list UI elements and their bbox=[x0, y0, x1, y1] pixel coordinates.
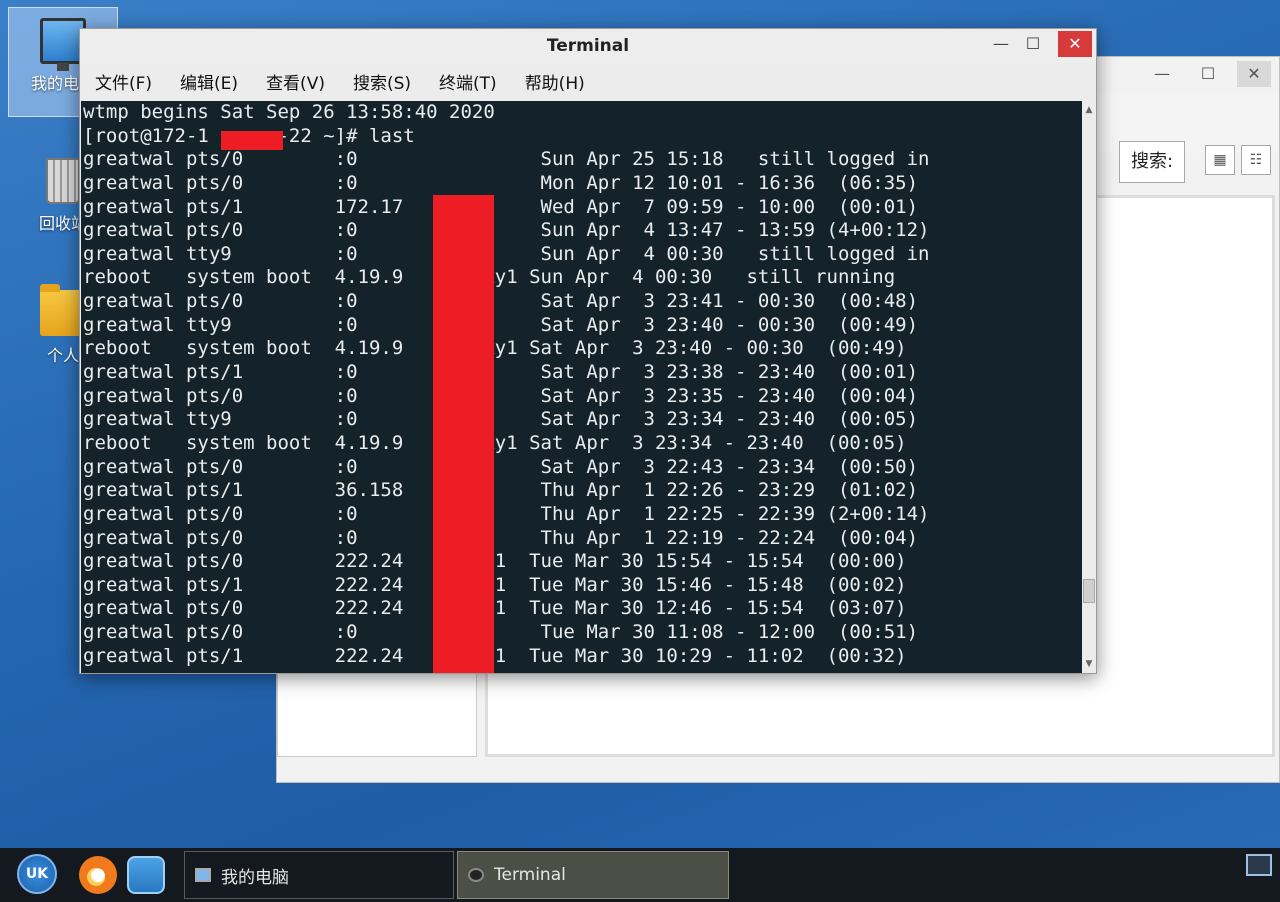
scroll-up-icon[interactable]: ▲ bbox=[1082, 103, 1096, 117]
terminal-title: Terminal bbox=[546, 36, 630, 56]
terminal-menubar: 文件(F) 编辑(E) 查看(V) 搜索(S) 终端(T) 帮助(H) bbox=[80, 69, 598, 99]
terminal-line: greatwal pts/0 :0 Mon Apr 12 10:01 - 16:… bbox=[83, 171, 919, 194]
menu-help[interactable]: 帮助(H) bbox=[510, 69, 598, 99]
fm-close-button[interactable]: ✕ bbox=[1237, 61, 1271, 87]
terminal-line: greatwal pts/0 :0 Sun Apr 25 15:18 still… bbox=[83, 148, 930, 171]
menu-view[interactable]: 查看(V) bbox=[251, 69, 338, 99]
trash-icon bbox=[46, 158, 80, 204]
terminal-screen[interactable]: wtmp begins Sat Sep 26 13:58:40 2020 [ro… bbox=[81, 101, 1084, 673]
terminal-line: greatwal pts/0 :0 Thu Apr 1 22:25 - 22:3… bbox=[83, 502, 930, 525]
list-view-button[interactable]: ☷ bbox=[1241, 145, 1271, 175]
terminal-titlebar[interactable]: Terminal — ☐ ✕ bbox=[80, 29, 1096, 63]
search-label[interactable]: 搜索: bbox=[1119, 141, 1185, 183]
terminal-line: greatwal pts/1 :0 Sat Apr 3 23:38 - 23:4… bbox=[83, 361, 919, 384]
terminal-line: greatwal pts/0 :0 Sat Apr 3 23:35 - 23:4… bbox=[83, 384, 919, 407]
terminal-line: reboot system boot 4.19.9 5.ky1 Sun Apr … bbox=[83, 266, 896, 289]
terminal-line: greatwal pts/1 36.158 2 Thu Apr 1 22:26 … bbox=[83, 479, 919, 502]
maximize-button[interactable]: ☐ bbox=[1016, 31, 1050, 57]
terminal-scrollbar[interactable]: ▲ ▼ bbox=[1082, 101, 1096, 673]
terminal-line: greatwal pts/1 222.24 .241 Tue Mar 30 10… bbox=[83, 644, 907, 667]
taskbar-item-label: 我的电脑 bbox=[221, 867, 289, 888]
menu-terminal[interactable]: 终端(T) bbox=[424, 69, 510, 99]
terminal-line: greatwal pts/0 :0 Sun Apr 4 13:47 - 13:5… bbox=[83, 219, 930, 242]
fm-minimize-button[interactable]: — bbox=[1145, 61, 1179, 87]
terminal-line: reboot system boot 4.19.9 5.ky1 Sat Apr … bbox=[83, 431, 907, 454]
scroll-down-icon[interactable]: ▼ bbox=[1082, 657, 1096, 671]
terminal-line: reboot system boot 4.19.9 5.ky1 Sat Apr … bbox=[83, 337, 907, 360]
terminal-line: greatwal pts/0 222.24 .241 Tue Mar 30 12… bbox=[83, 597, 907, 620]
taskbar-item-terminal[interactable]: Terminal bbox=[457, 851, 729, 899]
minimize-button[interactable]: — bbox=[984, 31, 1018, 57]
taskbar-item-label: Terminal bbox=[494, 865, 566, 885]
taskbar: UK ● 我的电脑 Terminal bbox=[0, 848, 1280, 902]
terminal-line: greatwal tty9 :0 Sun Apr 4 00:30 still l… bbox=[83, 242, 930, 265]
fm-maximize-button[interactable]: ☐ bbox=[1191, 61, 1225, 87]
redaction-block bbox=[221, 131, 283, 150]
taskbar-item-my-computer[interactable]: 我的电脑 bbox=[184, 851, 454, 899]
scroll-thumb[interactable] bbox=[1083, 579, 1095, 603]
start-menu-button[interactable]: UK bbox=[17, 854, 57, 894]
terminal-line: greatwal pts/0 :0 Sat Apr 3 22:43 - 23:3… bbox=[83, 455, 919, 478]
terminal-line: greatwal pts/0 :0 Sat Apr 3 23:41 - 00:3… bbox=[83, 290, 919, 313]
menu-file[interactable]: 文件(F) bbox=[80, 69, 165, 99]
terminal-line: greatwal pts/0 222.24 .241 Tue Mar 30 15… bbox=[83, 550, 907, 573]
menu-edit[interactable]: 编辑(E) bbox=[165, 69, 251, 99]
computer-icon bbox=[195, 868, 211, 882]
terminal-line: greatwal tty9 :0 Sat Apr 3 23:40 - 00:30… bbox=[83, 313, 919, 336]
show-desktop-icon[interactable] bbox=[1246, 854, 1272, 876]
redaction-block bbox=[433, 195, 494, 673]
terminal-line: greatwal pts/1 172.17 3 Wed Apr 7 09:59 … bbox=[83, 195, 919, 218]
icon-view-button[interactable]: ▦ bbox=[1205, 145, 1235, 175]
file-manager-launcher-icon[interactable] bbox=[127, 856, 165, 894]
browser-launcher-icon[interactable]: ● bbox=[79, 856, 117, 894]
close-button[interactable]: ✕ bbox=[1058, 31, 1092, 57]
menu-search[interactable]: 搜索(S) bbox=[338, 69, 424, 99]
terminal-icon bbox=[468, 868, 484, 882]
terminal-line: wtmp begins Sat Sep 26 13:58:40 2020 bbox=[83, 101, 495, 123]
terminal-line: greatwal pts/0 :0 Tue Mar 30 11:08 - 12:… bbox=[83, 621, 919, 644]
terminal-window[interactable]: Terminal — ☐ ✕ 文件(F) 编辑(E) 查看(V) 搜索(S) 终… bbox=[79, 28, 1097, 674]
terminal-line: greatwal tty9 :0 Sat Apr 3 23:34 - 23:40… bbox=[83, 408, 919, 431]
terminal-line: greatwal pts/0 :0 Thu Apr 1 22:19 - 22:2… bbox=[83, 526, 919, 549]
terminal-line: greatwal pts/1 222.24 .241 Tue Mar 30 15… bbox=[83, 573, 907, 596]
